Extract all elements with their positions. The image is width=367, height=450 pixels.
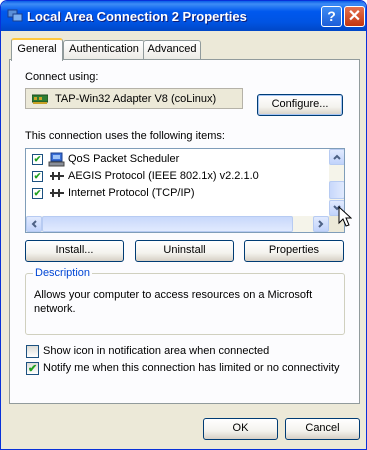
list-item[interactable]: ✔ Internet Protocol (TCP/IP) (26, 186, 326, 202)
properties-label: Properties (268, 244, 320, 256)
description-group: Description Allows your computer to acce… (25, 267, 345, 335)
scroll-up-button[interactable] (329, 149, 344, 165)
scroll-left-button[interactable] (26, 216, 42, 232)
cancel-button[interactable]: Cancel (285, 418, 360, 440)
scheduler-icon (48, 152, 65, 167)
chevron-right-icon (318, 220, 324, 228)
show-icon-checkbox[interactable] (26, 345, 39, 358)
notify-checkbox[interactable]: ✔ (26, 362, 39, 375)
components-list[interactable]: ✔ QoS Packet Scheduler ✔ AEGIS Protocol … (25, 148, 345, 233)
configure-button[interactable]: Configure... (257, 94, 343, 116)
network-connection-icon (7, 9, 23, 22)
item-label: Internet Protocol (TCP/IP) (68, 187, 195, 199)
item-label: QoS Packet Scheduler (68, 153, 180, 165)
uninstall-button[interactable]: Uninstall (135, 240, 234, 262)
item-label: AEGIS Protocol (IEEE 802.1x) v2.2.1.0 (68, 170, 259, 182)
scroll-thumb[interactable] (329, 181, 344, 199)
description-text: Allows your computer to access resources… (34, 289, 313, 315)
description-title: Description (33, 267, 93, 279)
properties-dialog: Local Area Connection 2 Properties ? ✕ G… (0, 0, 367, 450)
protocol-icon (50, 172, 64, 180)
properties-button[interactable]: Properties (244, 240, 344, 262)
item-checkbox[interactable]: ✔ (32, 154, 43, 165)
chevron-up-icon (333, 154, 341, 160)
general-tab-panel: Connect using: TAP-Win32 Adapter V8 (coL… (9, 59, 360, 404)
horizontal-scrollbar[interactable] (26, 216, 329, 232)
mouse-cursor-icon (338, 206, 352, 227)
window-title: Local Area Connection 2 Properties (27, 9, 247, 24)
list-item[interactable]: ✔ QoS Packet Scheduler (26, 152, 326, 168)
horizontal-scroll-thumb[interactable] (42, 216, 293, 232)
tab-advanced[interactable]: Advanced (143, 40, 201, 59)
items-label: This connection uses the following items… (25, 130, 225, 142)
protocol-icon (50, 189, 64, 197)
install-button[interactable]: Install... (25, 240, 124, 262)
install-label: Install... (55, 244, 94, 256)
help-button[interactable]: ? (321, 6, 342, 27)
tab-general[interactable]: General (11, 38, 63, 61)
list-item[interactable]: ✔ AEGIS Protocol (IEEE 802.1x) v2.2.1.0 (26, 169, 326, 185)
uninstall-label: Uninstall (163, 244, 206, 256)
tab-authentication[interactable]: Authentication (63, 40, 145, 59)
notify-checkmark: ✔ (28, 363, 38, 375)
connect-using-label: Connect using: (25, 71, 99, 83)
adapter-box: TAP-Win32 Adapter V8 (coLinux) (25, 88, 243, 109)
item-checkbox[interactable]: ✔ (32, 171, 43, 182)
show-icon-label[interactable]: Show icon in notification area when conn… (43, 345, 269, 357)
notify-label[interactable]: Notify me when this connection has limit… (43, 362, 340, 374)
network-adapter-icon (32, 94, 48, 104)
chevron-left-icon (31, 220, 37, 228)
ok-button[interactable]: OK (203, 418, 278, 440)
title-bar[interactable]: Local Area Connection 2 Properties ? ✕ (1, 1, 366, 31)
item-checkbox[interactable]: ✔ (32, 188, 43, 199)
close-button[interactable]: ✕ (344, 6, 365, 27)
adapter-name: TAP-Win32 Adapter V8 (coLinux) (55, 93, 217, 105)
scroll-right-button[interactable] (313, 216, 329, 232)
